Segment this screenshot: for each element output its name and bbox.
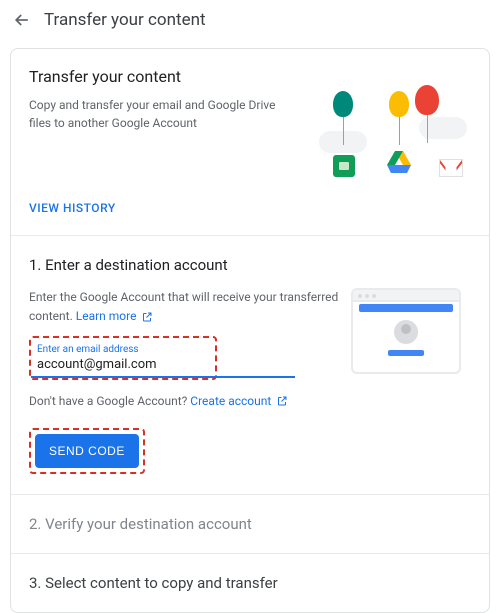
intro-desc: Copy and transfer your email and Google … [29,96,279,132]
email-field[interactable] [37,357,209,376]
send-code-highlight: SEND CODE [29,428,145,474]
create-account-link[interactable]: Create account [190,394,288,408]
view-history-link[interactable]: VIEW HISTORY [11,177,489,235]
classroom-icon [333,155,355,177]
intro-section: Transfer your content Copy and transfer … [11,49,489,177]
send-code-button[interactable]: SEND CODE [35,434,139,468]
account-illustration [351,288,471,388]
step-1-desc: Enter the Google Account that will recei… [29,288,339,326]
back-arrow-icon[interactable] [12,10,32,30]
step-1-title: 1. Enter a destination account [29,256,471,274]
external-link-icon [276,395,288,407]
no-account-text: Don't have a Google Account? Create acco… [29,394,339,408]
step-3[interactable]: 3. Select content to copy and transfer [11,554,489,612]
gmail-icon [439,159,463,177]
email-field-highlight: Enter an email address [29,336,217,380]
external-link-icon [141,310,153,322]
page-header: Transfer your content [0,0,500,40]
input-underline [31,376,295,378]
transfer-content-page: Transfer your content Transfer your cont… [0,0,500,566]
email-field-label: Enter an email address [37,344,209,355]
step-2[interactable]: 2. Verify your destination account [11,495,489,553]
page-title: Transfer your content [44,10,206,30]
avatar-icon [394,320,418,344]
balloons-illustration [311,67,471,177]
main-card: Transfer your content Copy and transfer … [10,48,490,613]
learn-more-link[interactable]: Learn more [76,309,154,323]
drive-icon [387,151,411,177]
step-1: 1. Enter a destination account Enter the… [11,236,489,494]
intro-title: Transfer your content [29,67,301,86]
